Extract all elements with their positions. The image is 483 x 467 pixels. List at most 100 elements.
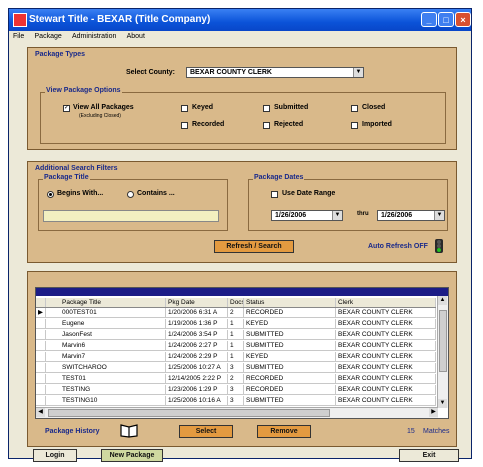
book-icon[interactable] bbox=[119, 422, 139, 438]
title-bar: Stewart Title - BEXAR (Title Company) _ … bbox=[9, 9, 471, 31]
table-row[interactable]: TEST01 12/14/2005 2:22 P 2 RECORDED BEXAR CO… bbox=[36, 374, 436, 384]
date-from-select[interactable]: 1/26/2006 ▼ bbox=[271, 210, 343, 221]
table-row[interactable]: ▶ 000TEST01 1/20/2006 6:31 A 2 RECORDED BEXAR… bbox=[36, 308, 436, 318]
table-cell: 3 bbox=[228, 396, 244, 405]
view-all-checkbox[interactable]: ✓ bbox=[63, 105, 70, 112]
table-cell: 1 bbox=[228, 341, 244, 350]
scroll-left-icon[interactable]: ◀ bbox=[36, 408, 45, 417]
table-row[interactable]: SWITCHAROO 1/25/2006 10:27 A 3 SUBMITTED BEX… bbox=[36, 363, 436, 373]
table-cell: 1/24/2006 2:27 P bbox=[166, 341, 228, 350]
column-header[interactable]: Docs bbox=[228, 298, 244, 307]
county-select[interactable]: BEXAR COUNTY CLERK ▼ bbox=[186, 67, 364, 78]
table-row[interactable]: Marvin7 1/24/2006 2:29 P 1 KEYED BEXAR COUNT… bbox=[36, 352, 436, 362]
table-cell: BEXAR COUNTY CLERK bbox=[336, 319, 436, 328]
row-selector-cell[interactable] bbox=[36, 330, 46, 339]
row-selector-cell[interactable] bbox=[36, 352, 46, 361]
table-cell: SUBMITTED bbox=[244, 396, 336, 405]
chevron-down-icon[interactable]: ▼ bbox=[353, 68, 363, 77]
rejected-checkbox[interactable] bbox=[263, 122, 270, 129]
table-cell: 1/24/2006 3:54 P bbox=[166, 330, 228, 339]
remove-button[interactable]: Remove bbox=[257, 425, 311, 438]
row-selector-cell[interactable] bbox=[36, 374, 46, 383]
column-header[interactable]: Clerk bbox=[336, 298, 436, 307]
new-package-button[interactable]: New Package bbox=[101, 449, 163, 462]
recorded-checkbox[interactable] bbox=[181, 122, 188, 129]
table-cell: RECORDED bbox=[244, 374, 336, 383]
matches-label: Matches bbox=[423, 428, 450, 435]
select-button[interactable]: Select bbox=[179, 425, 233, 438]
menu-file[interactable]: File bbox=[9, 32, 28, 41]
table-cell: TESTING bbox=[60, 385, 166, 394]
table-cell: BEXAR COUNTY CLERK bbox=[336, 385, 436, 394]
begins-with-label: Begins With... bbox=[57, 190, 104, 197]
table-cell: TESTING10 bbox=[60, 396, 166, 405]
closed-checkbox[interactable] bbox=[351, 105, 358, 112]
table-cell: 000TEST01 bbox=[60, 308, 166, 317]
table-cell: 1 bbox=[228, 319, 244, 328]
menu-package[interactable]: Package bbox=[31, 32, 66, 41]
vertical-scroll-thumb[interactable] bbox=[439, 310, 447, 372]
traffic-light-icon[interactable] bbox=[432, 238, 446, 254]
date-to-select[interactable]: 1/26/2006 ▼ bbox=[377, 210, 445, 221]
view-all-note: (Excluding Closed) bbox=[79, 113, 121, 119]
package-title-input[interactable] bbox=[43, 210, 219, 222]
submitted-checkbox[interactable] bbox=[263, 105, 270, 112]
keyed-checkbox[interactable] bbox=[181, 105, 188, 112]
date-from-value: 1/26/2006 bbox=[275, 212, 307, 219]
row-selector-cell[interactable] bbox=[36, 385, 46, 394]
header-selector-cell bbox=[36, 298, 46, 307]
main-window: Stewart Title - BEXAR (Title Company) _ … bbox=[8, 8, 472, 462]
row-selector-cell[interactable] bbox=[36, 396, 46, 405]
login-button[interactable]: Login bbox=[33, 449, 77, 462]
table-cell: BEXAR COUNTY CLERK bbox=[336, 374, 436, 383]
select-county-label: Select County: bbox=[126, 69, 176, 76]
table-row[interactable]: TESTING 1/23/2006 1:29 P 3 RECORDED BEXAR CO… bbox=[36, 385, 436, 395]
minimize-button[interactable]: _ bbox=[421, 12, 437, 27]
package-types-panel: Package Types Select County: BEXAR COUNT… bbox=[27, 47, 457, 150]
column-header[interactable]: Pkg Date bbox=[166, 298, 228, 307]
row-selector-cell[interactable]: ▶ bbox=[36, 308, 46, 317]
table-row[interactable]: Marvin6 1/24/2006 2:27 P 1 SUBMITTED BEXAR C… bbox=[36, 341, 436, 351]
row-selector-cell[interactable] bbox=[36, 363, 46, 372]
contains-radio[interactable] bbox=[127, 191, 134, 198]
table-row[interactable]: JasonFest 1/24/2006 3:54 P 1 SUBMITTED BEXAR… bbox=[36, 330, 436, 340]
horizontal-scrollbar[interactable]: ◀ ▶ bbox=[36, 407, 438, 418]
menu-administration[interactable]: Administration bbox=[68, 32, 120, 41]
table-cell: 1/24/2006 2:29 P bbox=[166, 352, 228, 361]
horizontal-scroll-thumb[interactable] bbox=[48, 409, 330, 417]
table-row[interactable]: Eugene 1/19/2006 1:36 P 1 KEYED BEXAR COUNTY… bbox=[36, 319, 436, 329]
package-dates-group: Package Dates Use Date Range 1/26/2006 ▼… bbox=[248, 174, 448, 231]
close-button[interactable]: × bbox=[455, 12, 471, 27]
menu-about[interactable]: About bbox=[123, 32, 149, 41]
keyed-label: Keyed bbox=[192, 104, 214, 111]
table-cell: BEXAR COUNTY CLERK bbox=[336, 308, 436, 317]
table-cell: Marvin7 bbox=[60, 352, 166, 361]
maximize-button[interactable]: □ bbox=[438, 12, 454, 27]
column-header[interactable]: Status bbox=[244, 298, 336, 307]
package-dates-group-label: Package Dates bbox=[253, 174, 305, 181]
refresh-search-button[interactable]: Refresh / Search bbox=[214, 240, 294, 253]
scroll-down-icon[interactable]: ▼ bbox=[438, 399, 447, 408]
begins-with-radio[interactable] bbox=[47, 191, 54, 198]
vertical-scrollbar[interactable]: ▲ ▼ bbox=[437, 296, 448, 408]
table-row[interactable]: TESTING10 1/25/2006 10:16 A 3 SUBMITTED BEXA… bbox=[36, 396, 436, 406]
package-title-group-label: Package Title bbox=[43, 174, 90, 181]
column-header[interactable]: Package Title bbox=[60, 298, 166, 307]
table-cell: BEXAR COUNTY CLERK bbox=[336, 330, 436, 339]
scroll-up-icon[interactable]: ▲ bbox=[438, 296, 447, 305]
chevron-down-icon[interactable]: ▼ bbox=[434, 211, 444, 220]
row-selector-cell[interactable] bbox=[36, 319, 46, 328]
use-date-range-checkbox[interactable] bbox=[271, 191, 278, 198]
table-cell: 3 bbox=[228, 363, 244, 372]
scroll-right-icon[interactable]: ▶ bbox=[429, 408, 438, 417]
imported-checkbox[interactable] bbox=[351, 122, 358, 129]
imported-label: Imported bbox=[362, 121, 392, 128]
exit-button[interactable]: Exit bbox=[399, 449, 459, 462]
table-cell: RECORDED bbox=[244, 308, 336, 317]
view-package-options-group: View Package Options ✓ View All Packages… bbox=[40, 87, 446, 144]
row-selector-cell[interactable] bbox=[36, 341, 46, 350]
search-filters-panel: Additional Search Filters Package Title … bbox=[27, 161, 457, 263]
table-cell: SUBMITTED bbox=[244, 363, 336, 372]
chevron-down-icon[interactable]: ▼ bbox=[332, 211, 342, 220]
table-cell: 3 bbox=[228, 385, 244, 394]
